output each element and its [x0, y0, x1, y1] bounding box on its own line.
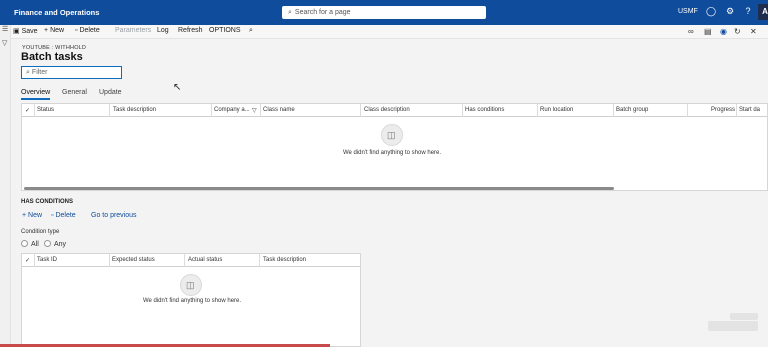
column-separator [537, 104, 538, 117]
new-label: New [50, 27, 65, 34]
empty-state-message: We didn't find anything to show here. [142, 298, 242, 304]
close-icon[interactable]: ✕ [750, 27, 757, 36]
column-separator [211, 104, 212, 117]
delete-button[interactable]: ▫ Delete [75, 27, 100, 34]
search-placeholder: Search for a page [294, 9, 351, 16]
mouse-cursor-icon: ↖ [173, 82, 182, 93]
notification-badge-icon[interactable]: ◉ [720, 27, 727, 36]
condition-new-label: New [28, 212, 43, 219]
help-icon[interactable]: ? [742, 6, 754, 16]
column-separator [613, 104, 614, 117]
save-button[interactable]: ▣ Save [13, 27, 38, 35]
active-tab-indicator [21, 98, 50, 100]
has-conditions-heading: HAS CONDITIONS [21, 199, 74, 205]
radio-circle-icon [21, 240, 28, 247]
top-nav-bar: Finance and Operations ⌕ Search for a pag… [0, 0, 768, 25]
hamburger-menu-icon[interactable]: ☰ [2, 25, 8, 33]
action-pane: ▣ Save + New ▫ Delete Parameters Log Refres… [11, 25, 768, 39]
col-start-date[interactable]: Start da [739, 107, 760, 113]
tab-overview[interactable]: Overview [21, 89, 50, 96]
col-task-id[interactable]: Task ID [37, 257, 57, 263]
go-to-previous-button[interactable]: Go to previous [91, 212, 137, 219]
parameters-button[interactable]: Parameters [115, 27, 151, 34]
app-name[interactable]: Finance and Operations [14, 8, 99, 17]
radio-any-label: Any [54, 241, 67, 248]
user-avatar[interactable]: A [758, 4, 768, 20]
save-label: Save [21, 28, 38, 35]
left-navigation-rail: ☰ ▽ [0, 25, 11, 347]
column-filter-icon[interactable]: ▽ [252, 107, 257, 114]
tab-update[interactable]: Update [99, 89, 122, 96]
col-company[interactable]: Company a... [214, 107, 250, 113]
col-expected-status[interactable]: Expected status [112, 257, 155, 263]
grid-header: ✓ Task ID Expected status Actual status … [22, 254, 360, 267]
empty-state-icon: ◫ [381, 124, 403, 146]
filter-placeholder: Filter [31, 69, 48, 76]
col-class-name[interactable]: Class name [263, 107, 295, 113]
column-separator [687, 104, 688, 117]
horizontal-scrollbar[interactable] [24, 187, 614, 190]
col-condition-task-description[interactable]: Task description [263, 257, 306, 263]
col-actual-status[interactable]: Actual status [188, 257, 222, 263]
condition-type-label: Condition type [21, 229, 60, 235]
column-separator [109, 104, 110, 117]
condition-delete-label: Delete [55, 212, 76, 219]
save-icon: ▣ [13, 28, 20, 35]
condition-delete-button[interactable]: ▫ Delete [51, 212, 76, 219]
radio-any[interactable]: Any [44, 240, 66, 248]
action-search-icon[interactable]: ⌕ [249, 27, 253, 35]
column-separator [736, 104, 737, 117]
options-button[interactable]: OPTIONS [209, 27, 241, 34]
column-separator [259, 254, 260, 267]
notifications-icon[interactable]: ◯ [705, 6, 717, 17]
trash-icon: ▫ [75, 27, 78, 34]
conditions-grid: ✓ Task ID Expected status Actual status … [21, 253, 361, 347]
col-progress[interactable]: Progress [711, 107, 735, 113]
select-all-checkbox[interactable]: ✓ [25, 107, 30, 114]
col-task-description[interactable]: Task description [113, 107, 156, 113]
plus-icon: + [44, 27, 49, 34]
company-picker[interactable]: USMF [678, 8, 698, 15]
watermark-logo [730, 313, 758, 320]
log-button[interactable]: Log [157, 27, 169, 34]
page-title: Batch tasks [21, 51, 83, 63]
condition-new-button[interactable]: + New [22, 212, 42, 219]
col-run-location[interactable]: Run location [540, 107, 573, 113]
delete-label: Delete [79, 27, 100, 34]
radio-all-label: All [31, 241, 39, 248]
tab-general[interactable]: General [62, 89, 87, 96]
radio-circle-icon [44, 240, 51, 247]
refresh-page-icon[interactable]: ↻ [734, 27, 741, 36]
empty-state-icon: ◫ [180, 274, 202, 296]
office-icon[interactable]: ▤ [704, 27, 712, 36]
radio-all[interactable]: All [21, 240, 39, 248]
column-separator [109, 254, 110, 267]
grid-header: ✓ Status Task description Company a... ▽… [22, 104, 767, 117]
column-separator [184, 254, 185, 267]
column-separator [462, 104, 463, 117]
refresh-button[interactable]: Refresh [178, 27, 203, 34]
settings-gear-icon[interactable]: ⚙ [724, 6, 736, 17]
filter-pane-icon[interactable]: ▽ [2, 39, 7, 47]
column-separator [360, 104, 361, 117]
select-all-checkbox[interactable]: ✓ [25, 257, 30, 264]
filter-search-icon: ⌕ [26, 69, 30, 76]
batch-tasks-grid: ✓ Status Task description Company a... ▽… [21, 103, 768, 191]
col-class-description[interactable]: Class description [364, 107, 410, 113]
col-has-conditions[interactable]: Has conditions [465, 107, 504, 113]
column-separator [34, 254, 35, 267]
col-status[interactable]: Status [37, 107, 54, 113]
watermark-logo [708, 321, 758, 331]
column-separator [34, 104, 35, 117]
column-separator [260, 104, 261, 117]
new-button[interactable]: + New [44, 27, 64, 34]
page-search-box[interactable]: ⌕ Search for a page [282, 6, 486, 19]
col-batch-group[interactable]: Batch group [616, 107, 648, 113]
filter-input[interactable]: ⌕ Filter [21, 66, 122, 79]
search-icon: ⌕ [288, 9, 292, 16]
empty-state-message: We didn't find anything to show here. [342, 150, 442, 156]
link-icon[interactable]: ∞ [688, 27, 694, 36]
